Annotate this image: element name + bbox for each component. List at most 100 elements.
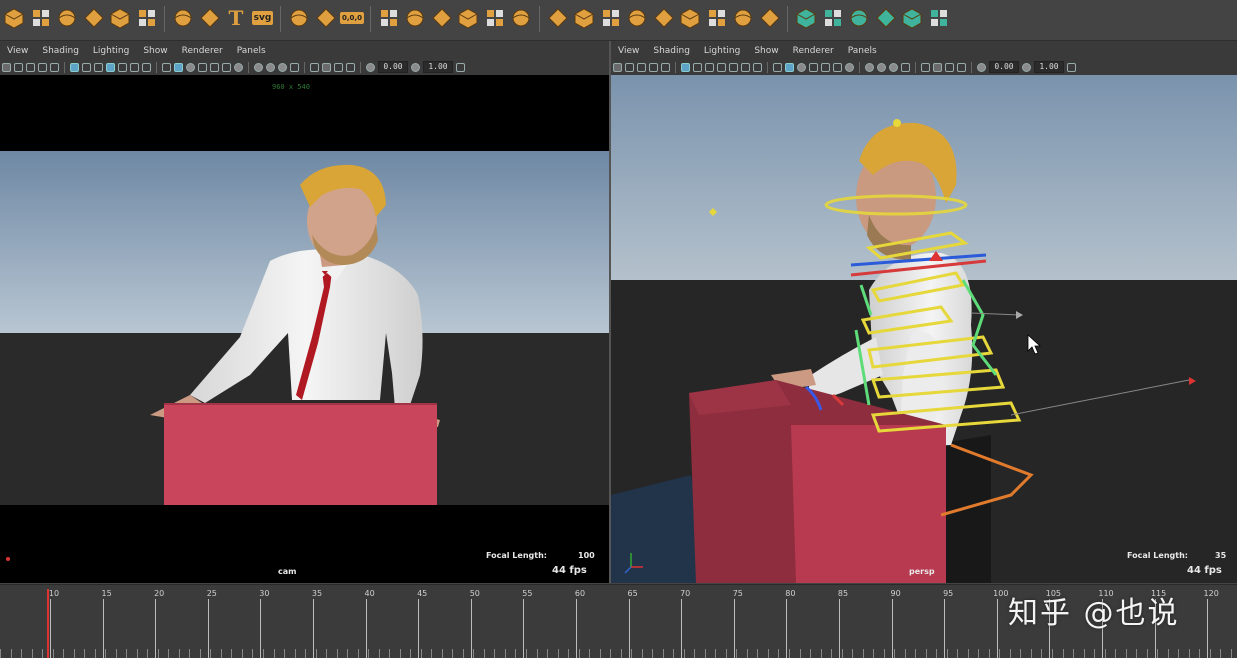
bevel-icon[interactable] bbox=[546, 5, 570, 31]
grid-icon[interactable] bbox=[681, 62, 690, 72]
safe-title-icon[interactable] bbox=[753, 62, 762, 72]
wireframe-on-shaded-icon[interactable] bbox=[198, 62, 207, 72]
isolate-select-icon[interactable] bbox=[310, 62, 319, 72]
snap-icon[interactable] bbox=[314, 5, 338, 31]
exposure-field[interactable]: 0.00 bbox=[378, 61, 408, 73]
platonic-solid-icon[interactable] bbox=[171, 5, 195, 31]
edge-loop-icon[interactable] bbox=[731, 5, 755, 31]
poly-cube-icon[interactable] bbox=[2, 5, 26, 31]
color-management-icon[interactable] bbox=[1067, 62, 1076, 72]
textured-icon[interactable] bbox=[833, 62, 842, 72]
exposure-field[interactable]: 0.00 bbox=[989, 61, 1019, 73]
wireframe-icon[interactable] bbox=[162, 62, 171, 72]
grid-icon[interactable] bbox=[70, 62, 79, 72]
safe-action-icon[interactable] bbox=[130, 62, 139, 72]
bookmark-icon[interactable] bbox=[637, 62, 646, 72]
smooth-icon[interactable] bbox=[456, 5, 480, 31]
menu-renderer[interactable]: Renderer bbox=[786, 43, 841, 59]
mirror-icon[interactable] bbox=[509, 5, 533, 31]
boolean-icon[interactable] bbox=[483, 5, 507, 31]
resolution-gate-icon[interactable] bbox=[705, 62, 714, 72]
append-poly-icon[interactable] bbox=[652, 5, 676, 31]
select-camera-icon[interactable] bbox=[613, 62, 622, 72]
lights-icon[interactable] bbox=[845, 62, 854, 72]
smooth-shade-icon[interactable] bbox=[785, 62, 794, 72]
camera-attributes-icon[interactable] bbox=[14, 62, 23, 72]
uv-planar-icon[interactable] bbox=[821, 5, 845, 31]
smooth-shade-icon[interactable] bbox=[174, 62, 183, 72]
menu-show[interactable]: Show bbox=[747, 43, 785, 59]
hud-icon[interactable] bbox=[346, 62, 355, 72]
gamma-field[interactable]: 1.00 bbox=[423, 61, 453, 73]
target-weld-icon[interactable] bbox=[705, 5, 729, 31]
quad-draw-icon[interactable] bbox=[758, 5, 782, 31]
2d-pan-icon[interactable] bbox=[50, 62, 59, 72]
multi-cut-icon[interactable] bbox=[678, 5, 702, 31]
gamma-icon[interactable] bbox=[1022, 62, 1031, 72]
anti-alias-icon[interactable] bbox=[290, 62, 299, 72]
uv-layout-icon[interactable] bbox=[900, 5, 924, 31]
poly-torus-icon[interactable] bbox=[82, 5, 106, 31]
isolate-select-icon[interactable] bbox=[921, 62, 930, 72]
bridge-icon[interactable] bbox=[599, 5, 623, 31]
menu-shading[interactable]: Shading bbox=[35, 43, 86, 59]
safe-title-icon[interactable] bbox=[142, 62, 151, 72]
exposure-icon[interactable] bbox=[366, 62, 375, 72]
textured-icon[interactable] bbox=[222, 62, 231, 72]
poly-plane-icon[interactable] bbox=[108, 5, 132, 31]
ambient-occlusion-icon[interactable] bbox=[877, 62, 886, 72]
menu-panels[interactable]: Panels bbox=[230, 43, 273, 59]
persp-viewport[interactable]: Focal Length: 35 persp 44 fps bbox=[611, 75, 1237, 583]
anti-alias-icon[interactable] bbox=[901, 62, 910, 72]
combine-icon[interactable] bbox=[377, 5, 401, 31]
menu-renderer[interactable]: Renderer bbox=[175, 43, 230, 59]
poly-disc-icon[interactable] bbox=[135, 5, 159, 31]
image-plane-icon[interactable] bbox=[38, 62, 47, 72]
fill-hole-icon[interactable] bbox=[625, 5, 649, 31]
wireframe-icon[interactable] bbox=[773, 62, 782, 72]
film-gate-icon[interactable] bbox=[693, 62, 702, 72]
poly-sphere-icon[interactable] bbox=[29, 5, 53, 31]
motion-blur-icon[interactable] bbox=[278, 62, 287, 72]
xray-active-icon[interactable] bbox=[945, 62, 954, 72]
xray-icon[interactable] bbox=[821, 62, 830, 72]
uv-auto-icon[interactable] bbox=[847, 5, 871, 31]
field-chart-icon[interactable] bbox=[118, 62, 127, 72]
shadows-icon[interactable] bbox=[254, 62, 263, 72]
svg-tool-icon[interactable]: svg bbox=[251, 5, 275, 31]
extract-icon[interactable] bbox=[430, 5, 454, 31]
reset-transform-icon[interactable]: 0,0,0 bbox=[340, 5, 364, 31]
hud-icon[interactable] bbox=[957, 62, 966, 72]
extrude-icon[interactable] bbox=[572, 5, 596, 31]
gate-mask-icon[interactable] bbox=[717, 62, 726, 72]
menu-panels[interactable]: Panels bbox=[841, 43, 884, 59]
uv-editor-icon[interactable] bbox=[794, 5, 818, 31]
safe-action-icon[interactable] bbox=[741, 62, 750, 72]
menu-lighting[interactable]: Lighting bbox=[697, 43, 747, 59]
gate-mask-icon[interactable] bbox=[106, 62, 115, 72]
wireframe-on-shaded-icon[interactable] bbox=[809, 62, 818, 72]
image-plane-icon[interactable] bbox=[649, 62, 658, 72]
select-camera-icon[interactable] bbox=[2, 62, 11, 72]
camera-attributes-icon[interactable] bbox=[625, 62, 634, 72]
cam-viewport[interactable]: 960 x 540 Focal Length: 100 cam 44 fps bbox=[0, 75, 609, 583]
separate-icon[interactable] bbox=[403, 5, 427, 31]
default-material-icon[interactable] bbox=[797, 62, 806, 72]
exposure-icon[interactable] bbox=[977, 62, 986, 72]
menu-lighting[interactable]: Lighting bbox=[86, 43, 136, 59]
motion-blur-icon[interactable] bbox=[889, 62, 898, 72]
field-chart-icon[interactable] bbox=[729, 62, 738, 72]
xray-icon[interactable] bbox=[210, 62, 219, 72]
lights-icon[interactable] bbox=[234, 62, 243, 72]
poly-cone-icon[interactable] bbox=[55, 5, 79, 31]
playhead-current-frame[interactable] bbox=[47, 589, 49, 658]
menu-view[interactable]: View bbox=[611, 43, 646, 59]
gamma-field[interactable]: 1.00 bbox=[1034, 61, 1064, 73]
2d-pan-icon[interactable] bbox=[661, 62, 670, 72]
type-tool-icon[interactable]: T bbox=[224, 5, 248, 31]
uv-unfold-icon[interactable] bbox=[874, 5, 898, 31]
menu-view[interactable]: View bbox=[0, 43, 35, 59]
resolution-gate-icon[interactable] bbox=[94, 62, 103, 72]
xray-joints-icon[interactable] bbox=[933, 62, 942, 72]
sparkle-icon[interactable] bbox=[198, 5, 222, 31]
